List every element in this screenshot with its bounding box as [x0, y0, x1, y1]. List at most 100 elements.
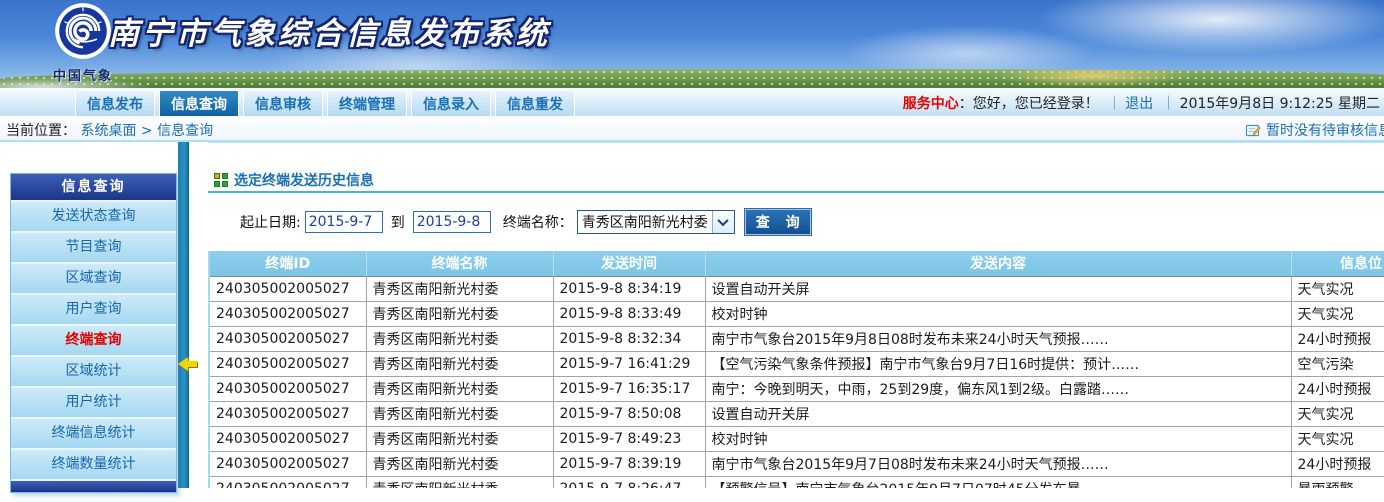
datetime-text: 2015年9月8日 9:12:25 星期二 [1180, 96, 1380, 112]
sidebar-item-6[interactable]: 用户统计 [11, 386, 176, 417]
terminal-select[interactable]: 青秀区南阳新光村委 [577, 210, 735, 234]
table-cell: 天气实况 [1291, 276, 1384, 301]
table-cell: 校对时钟 [705, 426, 1291, 451]
main-panel: 选定终端发送历史信息 起止日期: 到 终端名称： 青秀区南阳新光村委 查 询 终… [208, 142, 1384, 488]
nav-tab-0[interactable]: 信息发布 [75, 90, 155, 119]
greeting-text: ：您好，您已经登录！ [959, 96, 1099, 112]
nav-tab-3[interactable]: 终端管理 [327, 90, 407, 119]
table-cell: 2015-9-7 8:49:23 [553, 426, 705, 451]
table-cell: 240305002005027 [209, 376, 366, 401]
table-cell: 南宁市气象台2015年9月8日08时发布未来24小时天气预报…… [705, 326, 1291, 351]
table-cell: 240305002005027 [209, 451, 366, 476]
top-banner: 中国气象 南宁市气象综合信息发布系统 [0, 0, 1384, 88]
table-header-row: 终端ID终端名称发送时间发送内容信息位 [209, 251, 1384, 276]
table-cell: 2015-9-8 8:33:49 [553, 301, 705, 326]
table-cell: 240305002005027 [209, 301, 366, 326]
table-cell: 青秀区南阳新光村委 [366, 276, 553, 301]
terminal-select-value: 青秀区南阳新光村委 [578, 212, 712, 232]
table-row[interactable]: 240305002005027青秀区南阳新光村委2015-9-7 16:41:2… [209, 351, 1384, 376]
table-cell: 24小时预报 [1291, 376, 1384, 401]
table-cell: 24小时预报 [1291, 326, 1384, 351]
query-button[interactable]: 查 询 [745, 209, 811, 235]
blocks-icon [214, 173, 228, 187]
table-cell: 240305002005027 [209, 351, 366, 376]
table-cell: 240305002005027 [209, 276, 366, 301]
table-cell: 青秀区南阳新光村委 [366, 376, 553, 401]
date-to-input[interactable] [413, 211, 491, 233]
column-header-1: 终端名称 [366, 251, 553, 276]
table-cell: 天气实况 [1291, 426, 1384, 451]
table-row[interactable]: 240305002005027青秀区南阳新光村委2015-9-8 8:34:19… [209, 276, 1384, 301]
sidebar-item-7[interactable]: 终端信息统计 [11, 417, 176, 448]
table-cell: 青秀区南阳新光村委 [366, 326, 553, 351]
table-row[interactable]: 240305002005027青秀区南阳新光村委2015-9-7 8:26:47… [209, 476, 1384, 488]
sidebar-menu: 信息查询 发送状态查询节目查询区域查询用户查询终端查询区域统计用户统计终端信息统… [10, 173, 177, 493]
table-cell: 天气实况 [1291, 301, 1384, 326]
banner-grass-decoration [0, 69, 1384, 88]
table-cell: 南宁市气象台2015年9月7日08时发布未来24小时天气预报…… [705, 451, 1291, 476]
system-title: 南宁市气象综合信息发布系统 [108, 8, 550, 53]
table-cell: 青秀区南阳新光村委 [366, 476, 553, 488]
column-header-4: 信息位 [1291, 251, 1384, 276]
separator: ｜ [1162, 96, 1176, 112]
nav-bar: 信息发布信息查询信息审核终端管理信息录入信息重发 服务中心：您好，您已经登录！ … [0, 88, 1384, 116]
table-row[interactable]: 240305002005027青秀区南阳新光村委2015-9-7 8:50:08… [209, 401, 1384, 426]
nav-tab-5[interactable]: 信息重发 [495, 90, 575, 119]
table-cell: 2015-9-7 16:35:17 [553, 376, 705, 401]
table-cell: 青秀区南阳新光村委 [366, 451, 553, 476]
table-cell: 暴雨预警 [1291, 476, 1384, 488]
table-cell: 2015-9-7 16:41:29 [553, 351, 705, 376]
nav-tab-2[interactable]: 信息审核 [243, 90, 323, 119]
to-label: 到 [391, 212, 405, 232]
cma-logo-icon [54, 2, 112, 60]
nav-tabs: 信息发布信息查询信息审核终端管理信息录入信息重发 [75, 90, 579, 119]
sidebar-item-1[interactable]: 节目查询 [11, 231, 176, 262]
column-header-3: 发送内容 [705, 251, 1291, 276]
sidebar-item-5[interactable]: 区域统计 [11, 355, 176, 386]
pending-review-status: 暂时没有待审核信息 [1246, 120, 1384, 140]
sidebar-item-4[interactable]: 终端查询 [11, 324, 176, 355]
table-cell: 240305002005027 [209, 326, 366, 351]
table-cell: 青秀区南阳新光村委 [366, 301, 553, 326]
chevron-down-icon[interactable] [712, 211, 734, 233]
terminal-name-label: 终端名称： [503, 212, 573, 232]
table-row[interactable]: 240305002005027青秀区南阳新光村委2015-9-7 16:35:1… [209, 376, 1384, 401]
collapse-arrow-icon[interactable] [171, 357, 188, 371]
breadcrumb-bar: 当前位置： 系统桌面 > 信息查询 暂时没有待审核信息 [0, 116, 1384, 142]
table-cell: 青秀区南阳新光村委 [366, 426, 553, 451]
sidebar-items: 发送状态查询节目查询区域查询用户查询终端查询区域统计用户统计终端信息统计终端数量… [11, 200, 176, 479]
table-cell: 24小时预报 [1291, 451, 1384, 476]
sidebar-item-8[interactable]: 终端数量统计 [11, 448, 176, 479]
location-label: 当前位置： [6, 123, 76, 139]
nav-tab-4[interactable]: 信息录入 [411, 90, 491, 119]
logo-caption: 中国气象 [28, 65, 138, 84]
table-cell: 2015-9-8 8:32:34 [553, 326, 705, 351]
sidebar-item-3[interactable]: 用户查询 [11, 293, 176, 324]
column-header-0: 终端ID [209, 251, 366, 276]
table-row[interactable]: 240305002005027青秀区南阳新光村委2015-9-8 8:32:34… [209, 326, 1384, 351]
breadcrumb-path[interactable]: 系统桌面 > 信息查询 [80, 123, 213, 139]
service-center-label: 服务中心 [903, 96, 959, 112]
table-cell: 2015-9-8 8:34:19 [553, 276, 705, 301]
table-cell: 【预警信号】南宁市气象台2015年9月7日07时45分发布暴…… [705, 476, 1291, 488]
table-cell: 青秀区南阳新光村委 [366, 401, 553, 426]
sidebar-item-2[interactable]: 区域查询 [11, 262, 176, 293]
table-cell: 2015-9-7 8:26:47 [553, 476, 705, 488]
date-from-input[interactable] [305, 211, 383, 233]
nav-tab-1[interactable]: 信息查询 [159, 90, 239, 119]
sidebar-splitter[interactable] [178, 142, 189, 488]
sidebar-footer-bar [11, 479, 176, 492]
table-cell: 南宁：今晚到明天，中雨，25到29度，偏东风1到2级。白露踏…… [705, 376, 1291, 401]
note-pencil-icon [1246, 124, 1261, 137]
logout-link[interactable]: 退出 [1125, 96, 1153, 112]
sidebar-item-0[interactable]: 发送状态查询 [11, 200, 176, 231]
table-cell: 2015-9-7 8:50:08 [553, 401, 705, 426]
separator: ｜ [1107, 96, 1121, 112]
table-cell: 240305002005027 [209, 476, 366, 488]
table-row[interactable]: 240305002005027青秀区南阳新光村委2015-9-8 8:33:49… [209, 301, 1384, 326]
table-cell: 240305002005027 [209, 401, 366, 426]
table-cell: 校对时钟 [705, 301, 1291, 326]
table-row[interactable]: 240305002005027青秀区南阳新光村委2015-9-7 8:49:23… [209, 426, 1384, 451]
content-area: 信息查询 发送状态查询节目查询区域查询用户查询终端查询区域统计用户统计终端信息统… [0, 142, 1384, 488]
table-row[interactable]: 240305002005027青秀区南阳新光村委2015-9-7 8:39:19… [209, 451, 1384, 476]
